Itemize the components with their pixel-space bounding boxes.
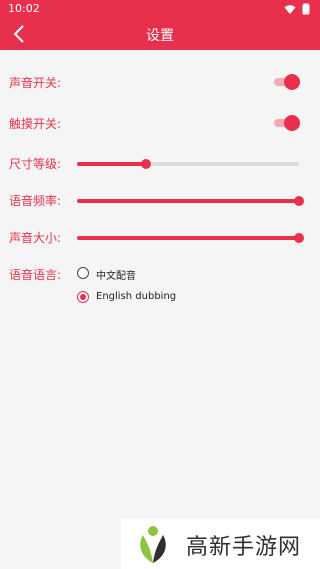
setting-row-frequency: 语音频率:: [0, 188, 320, 212]
radio-button[interactable]: [77, 291, 89, 303]
watermark-text: 高新手游网: [186, 535, 302, 560]
status-icons: [284, 3, 312, 15]
setting-row-language: 语音语言:: [0, 262, 320, 286]
radio-option-label: 中文配音: [96, 271, 136, 282]
setting-row-sound: 声音开关:: [0, 70, 320, 94]
size-slider[interactable]: [77, 159, 299, 169]
setting-row-size: 尺寸等级:: [0, 151, 320, 175]
page-title: 设置: [146, 28, 174, 44]
sound-label: 声音开关:: [9, 76, 62, 90]
volume-slider-fill: [77, 236, 299, 240]
setting-row-volume: 声音大小:: [0, 225, 320, 249]
sound-toggle-thumb: [284, 74, 300, 90]
size-slider-knob[interactable]: [140, 159, 151, 169]
frequency-label: 语音频率:: [9, 194, 62, 208]
app-bar: 设置: [0, 18, 320, 50]
volume-slider[interactable]: [77, 233, 304, 243]
volume-slider-knob[interactable]: [294, 233, 304, 243]
volume-label: 声音大小:: [9, 231, 62, 245]
frequency-slider-fill: [77, 199, 299, 203]
touch-toggle-thumb: [284, 115, 300, 131]
language-label: 语音语言:: [9, 268, 62, 282]
battery-icon: [302, 3, 310, 15]
status-bar: 10:02: [0, 0, 320, 18]
status-time: 10:02: [8, 2, 40, 15]
size-label: 尺寸等级:: [9, 157, 62, 171]
radio-option-label: English dubbing: [96, 291, 177, 302]
watermark: 高新手游网: [121, 519, 320, 569]
touch-label: 触摸开关:: [9, 117, 62, 131]
frequency-slider[interactable]: [77, 196, 304, 206]
touch-toggle[interactable]: [274, 115, 300, 131]
size-slider-fill: [77, 162, 146, 166]
leaf-logo-icon: [140, 526, 166, 563]
frequency-slider-knob[interactable]: [294, 196, 304, 206]
radio-button[interactable]: [77, 267, 89, 279]
sound-toggle[interactable]: [274, 74, 300, 90]
setting-row-touch: 触摸开关:: [0, 111, 320, 135]
wifi-icon: [284, 5, 296, 14]
